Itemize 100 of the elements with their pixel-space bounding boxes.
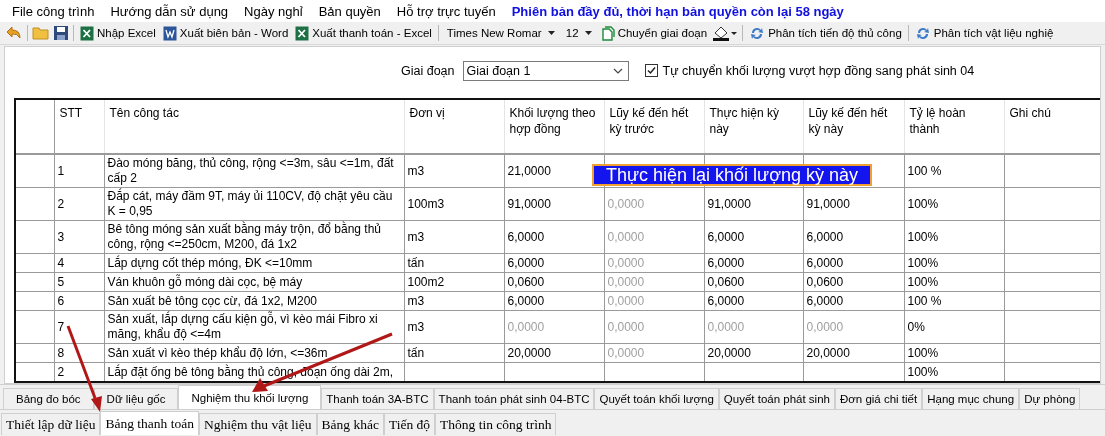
menu-item[interactable]: File công trình xyxy=(4,3,103,19)
table-cell: 8 xyxy=(57,345,65,360)
sheet-tab[interactable]: Dự phòng xyxy=(1019,388,1081,409)
toolbar-button[interactable]: Nhập Excel xyxy=(77,25,159,41)
excel-icon xyxy=(295,25,310,41)
table-cell: 0,0600 xyxy=(507,274,545,289)
tooltip: Thực hiện lại khối lượng kỳ này xyxy=(592,164,872,187)
table-cell: 6,0000 xyxy=(707,255,745,270)
column-header: Lũy kế đến hết kỳ này xyxy=(808,106,888,137)
table-cell: 0,0000 xyxy=(607,255,645,270)
toolbar-button[interactable]: Xuất thanh toán - Excel xyxy=(292,25,435,41)
sheet-tab[interactable]: Quyết toán khối lượng xyxy=(594,388,719,409)
table-cell: tấn xyxy=(407,255,425,270)
menu-item[interactable]: Hướng dẫn sử dụng xyxy=(102,3,237,19)
toolbar-button[interactable]: Xuất biên bản - Word xyxy=(159,25,292,41)
refresh-icon xyxy=(914,25,931,41)
sheet-tab[interactable]: Thanh toán phát sinh 04-BTC xyxy=(433,388,595,409)
table-cell: 0,0000 xyxy=(607,229,645,244)
sheet-tab[interactable]: Thanh toán 3A-BTC xyxy=(321,388,434,409)
table-cell: 0,0000 xyxy=(806,319,844,334)
table-cell: Đắp cát, máy đầm 9T, máy ủi 110CV, độ chặt yêu cầu K = 0,95 xyxy=(107,189,393,219)
column-header: Thực hiện kỳ này xyxy=(709,106,779,137)
table-cell: 0,0000 xyxy=(607,319,645,334)
menu-item[interactable]: Bản quyền xyxy=(310,3,389,19)
table-cell: 0,0600 xyxy=(707,274,745,289)
toolbar-button[interactable]: Phân tích vật liệu nghiệ xyxy=(911,25,1057,41)
caret-icon xyxy=(547,31,555,35)
checkbox[interactable] xyxy=(644,64,658,78)
table-cell: Ván khuôn gỗ móng dài cọc, bệ máy xyxy=(107,274,303,289)
table-cell: Sản xuất vì kèo thép khẩu độ lớn, <=36m xyxy=(107,345,328,360)
document-icon xyxy=(600,25,615,41)
table-cell: 20,0000 xyxy=(707,345,751,360)
column-header: Đơn vị xyxy=(409,106,445,121)
table-cell: 4 xyxy=(57,255,65,270)
table-cell: Lắp dựng cốt thép móng, ĐK <=10mm xyxy=(107,255,313,270)
save-button[interactable] xyxy=(52,25,70,41)
excel-icon xyxy=(80,25,94,41)
column-header: Lũy kế đến hết kỳ trước xyxy=(609,106,689,137)
stage-label: Giai đoạn xyxy=(401,63,455,78)
license-notice: Phiên bản đầy đủ, thời hạn bản quyền còn lại 58 ngày xyxy=(510,3,845,19)
table-cell: 100% xyxy=(907,345,939,360)
toolbar-button[interactable]: Chuyển giai đoạn xyxy=(597,25,711,41)
table-cell: m3 xyxy=(407,163,425,178)
menu-item[interactable]: Hỗ trợ trực tuyến xyxy=(388,3,504,19)
sheet-tab[interactable]: Hạng mục chung xyxy=(922,388,1020,409)
table-cell: Sản xuất, lắp dựng cấu kiện gỗ, vì kèo mái Fibro xi măng, khẩu độ <=4m xyxy=(107,312,378,342)
table-cell: 1 xyxy=(57,163,65,178)
table-cell: 3 xyxy=(57,229,65,244)
column-header: Tên công tác xyxy=(109,106,179,121)
sheet-tab[interactable]: Quyết toán phát sinh xyxy=(718,388,835,409)
main-tab[interactable]: Nghiệm thu vật liệu xyxy=(198,413,317,435)
menu-item[interactable]: Ngày nghỉ xyxy=(236,3,311,19)
table-cell: 6,0000 xyxy=(507,293,545,308)
main-tab[interactable]: Tiến độ xyxy=(383,413,435,435)
table-cell: 0,0000 xyxy=(507,319,545,334)
table-cell: 100% xyxy=(907,255,939,270)
column-header: STT xyxy=(59,106,83,121)
sheet-tab[interactable]: Đơn giá chi tiết xyxy=(834,388,923,409)
table-cell: Đào móng băng, thủ công, rộng <=3m, sâu <=1m, đất cấp 2 xyxy=(107,156,394,186)
table-cell: 0,0000 xyxy=(707,319,745,334)
sheet-tab[interactable]: Nghiệm thu khối lượng xyxy=(178,385,322,409)
table-cell: 7 xyxy=(57,319,65,334)
table-cell: Sản xuất bê tông cọc cừ, đá 1x2, M200 xyxy=(107,293,317,308)
table-cell: 6,0000 xyxy=(806,293,844,308)
main-tab[interactable]: Bảng thanh toán xyxy=(100,411,199,435)
table-cell: 91,0000 xyxy=(806,196,850,211)
refresh-icon xyxy=(749,25,766,41)
undo-button[interactable] xyxy=(4,25,24,41)
table-cell: 5 xyxy=(57,274,65,289)
font-combo[interactable]: Times New Romar xyxy=(441,23,560,43)
column-header: Khối lượng theo hợp đồng xyxy=(509,106,596,137)
table-cell: 6,0000 xyxy=(707,293,745,308)
table-cell: m3 xyxy=(407,293,425,308)
sheet-tab[interactable]: Bảng đo bóc xyxy=(3,388,94,409)
fill-color-button[interactable] xyxy=(711,25,740,41)
font-combo[interactable]: 12 xyxy=(560,23,597,43)
table-cell: 0,0000 xyxy=(607,196,645,211)
table-cell: 6,0000 xyxy=(507,229,545,244)
table-cell: tấn xyxy=(407,345,425,360)
table-cell: 20,0000 xyxy=(507,345,551,360)
table-cell: 0,0600 xyxy=(806,274,844,289)
table-cell: 21,0000 xyxy=(507,163,551,178)
stage-select[interactable]: Giai đoạn 1 xyxy=(462,60,629,81)
table-cell: 2 xyxy=(57,364,65,379)
table-cell: m3 xyxy=(407,319,425,334)
table-cell: 6,0000 xyxy=(806,255,844,270)
table-cell: 100% xyxy=(907,364,939,379)
table-cell: 0,0000 xyxy=(607,345,645,360)
table-cell: 0,0000 xyxy=(607,293,645,308)
main-tab[interactable]: Thiết lập dữ liệu xyxy=(1,413,101,435)
table-cell: 91,0000 xyxy=(707,196,751,211)
table-cell: 100% xyxy=(907,274,939,289)
toolbar-button[interactable]: Phân tích tiến độ thủ công xyxy=(746,25,905,41)
caret-icon xyxy=(584,31,592,35)
word-icon xyxy=(162,25,177,41)
main-tab[interactable]: Thông tin công trình xyxy=(435,413,557,435)
table-cell: 91,0000 xyxy=(507,196,551,211)
table-cell: 0,0000 xyxy=(607,274,645,289)
main-tab[interactable]: Bảng khác xyxy=(316,413,384,435)
sheet-tab[interactable]: Dữ liệu gốc xyxy=(93,388,179,409)
